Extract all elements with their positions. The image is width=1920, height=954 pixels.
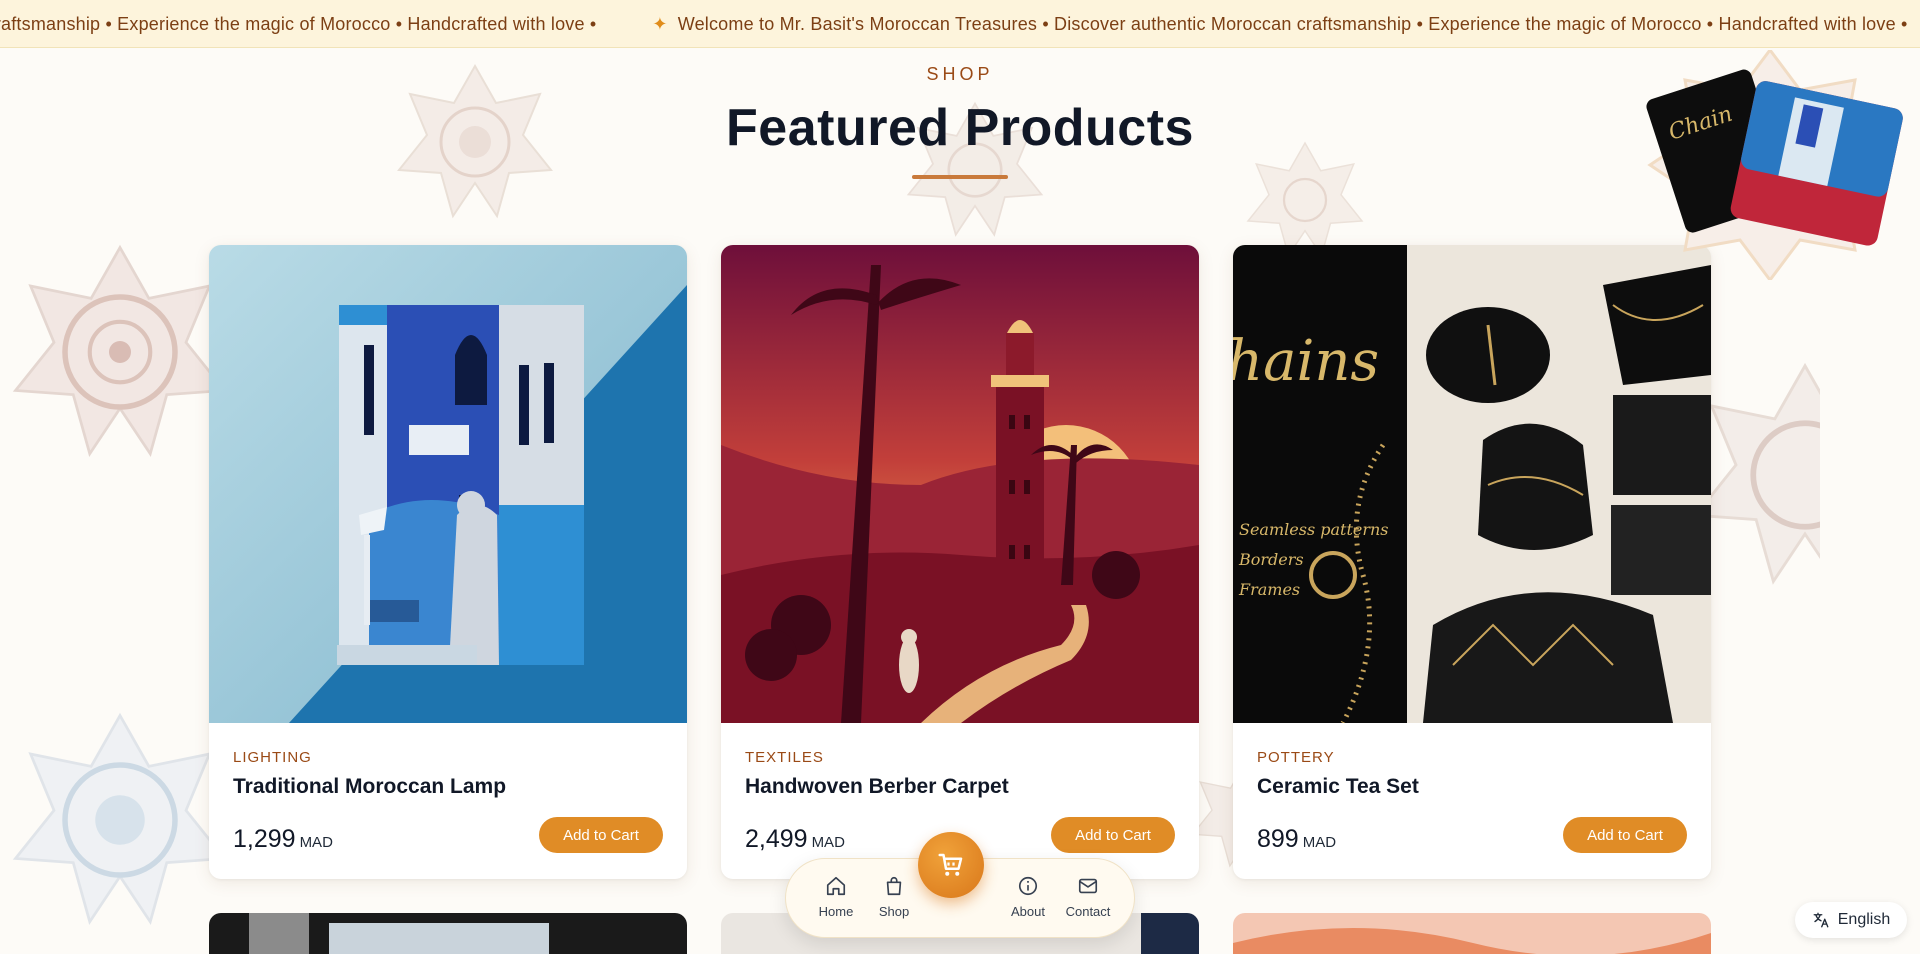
info-icon [1018,876,1038,896]
add-to-cart-button[interactable]: Add to Cart [1051,817,1175,853]
decorative-star-tile [10,710,230,930]
language-label: English [1837,911,1891,928]
mail-icon [1078,878,1098,894]
nav-label: Shop [878,904,910,919]
banner-track: an craftsmanship • Experience the magic … [0,0,1920,47]
product-name[interactable]: Handwoven Berber Carpet [745,775,1009,799]
product-price: 899 MAD [1257,825,1336,854]
nav-contact[interactable]: Contact [1058,875,1118,921]
price-currency: MAD [299,834,333,851]
banner-text-lead: an craftsmanship • Experience the magic … [0,13,597,34]
product-card[interactable]: hains Seamless patterns Borders Frames P… [1233,245,1711,879]
nav-shop[interactable]: Shop [864,875,924,921]
product-card-peek[interactable] [209,913,687,954]
nav-label: Contact [1065,904,1111,919]
shopping-bag-icon [886,876,902,896]
product-image[interactable]: hains Seamless patterns Borders Frames [1233,245,1711,723]
title-underline [912,175,1008,179]
price-currency: MAD [811,834,845,851]
script-text: hains [1233,329,1379,394]
nav-about[interactable]: About [998,875,1058,921]
language-selector[interactable]: English [1795,902,1907,938]
price-value: 2,499 [745,825,808,853]
cart-button[interactable] [918,832,984,898]
cart-icon [938,853,963,876]
decorative-star-tile [10,242,230,462]
product-card-peek[interactable] [1233,913,1711,954]
price-value: 1,299 [233,825,296,853]
banner-text-main: Welcome to Mr. Basit's Moroccan Treasure… [677,13,1908,34]
price-currency: MAD [1302,834,1337,851]
script-line: Seamless patterns [1239,520,1389,539]
translate-icon [1813,912,1829,928]
script-line: Frames [1238,580,1300,599]
add-to-cart-button[interactable]: Add to Cart [539,817,663,853]
product-price: 2,499 MAD [745,825,845,854]
product-price: 1,299 MAD [233,825,333,854]
nav-label: About [1011,904,1045,919]
product-card-body: LIGHTING Traditional Moroccan Lamp 1,299… [209,723,687,879]
product-category: LIGHTING [233,749,312,766]
product-category: TEXTILES [745,749,824,766]
product-category: POTTERY [1257,749,1335,766]
decorative-star-tile [1245,140,1365,260]
floating-product-preview[interactable]: Chain [1630,47,1910,283]
product-card[interactable]: LIGHTING Traditional Moroccan Lamp 1,299… [209,245,687,879]
nav-home[interactable]: Home [806,875,866,921]
product-name[interactable]: Ceramic Tea Set [1257,775,1419,799]
announcement-banner: an craftsmanship • Experience the magic … [0,0,1920,48]
product-card[interactable]: TEXTILES Handwoven Berber Carpet 2,499 MA… [721,245,1199,879]
sparkle-icon: ✦ [652,13,668,34]
product-name[interactable]: Traditional Moroccan Lamp [233,775,506,799]
product-image[interactable] [721,245,1199,723]
nav-label: Home [818,904,854,919]
add-to-cart-button[interactable]: Add to Cart [1563,817,1687,853]
price-value: 899 [1257,825,1299,853]
product-image[interactable] [209,245,687,723]
home-icon [826,876,846,896]
script-line: Borders [1238,550,1304,569]
product-card-body: POTTERY Ceramic Tea Set 899 MAD Add to Ca… [1233,723,1711,879]
